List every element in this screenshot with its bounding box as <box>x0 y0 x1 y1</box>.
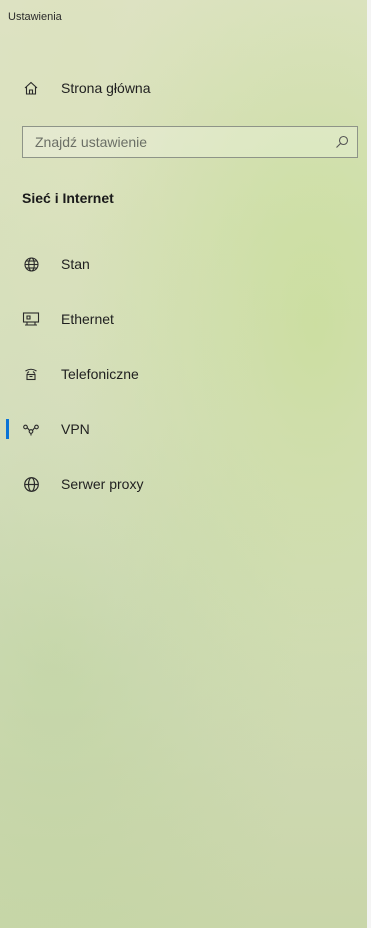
ethernet-icon <box>22 310 40 328</box>
sidebar-item-label: Telefoniczne <box>61 366 139 382</box>
sidebar-item-ethernet[interactable]: Ethernet <box>0 299 367 339</box>
sidebar-item-label: VPN <box>61 421 90 437</box>
home-nav-item[interactable]: Strona główna <box>0 68 367 108</box>
search-icon[interactable] <box>335 135 349 149</box>
selection-indicator <box>6 419 9 439</box>
home-icon <box>22 79 40 97</box>
window-right-edge <box>367 0 371 928</box>
search-input[interactable] <box>23 127 325 157</box>
dialup-icon <box>22 365 40 383</box>
sidebar-item-label: Stan <box>61 256 90 272</box>
home-label: Strona główna <box>61 80 151 96</box>
globe-icon <box>22 475 40 493</box>
search-box[interactable] <box>22 126 358 158</box>
vpn-icon <box>22 420 40 438</box>
window-title: Ustawienia <box>8 11 62 23</box>
sidebar-item-label: Serwer proxy <box>61 476 144 492</box>
sidebar-item-serwer-proxy[interactable]: Serwer proxy <box>0 464 367 504</box>
sidebar-item-telefoniczne[interactable]: Telefoniczne <box>0 354 367 394</box>
sidebar-item-label: Ethernet <box>61 311 114 327</box>
sidebar-item-vpn[interactable]: VPN <box>0 409 367 449</box>
sidebar-item-stan[interactable]: Stan <box>0 244 367 284</box>
section-title: Sieć i Internet <box>22 190 114 206</box>
globe-status-icon <box>22 255 40 273</box>
